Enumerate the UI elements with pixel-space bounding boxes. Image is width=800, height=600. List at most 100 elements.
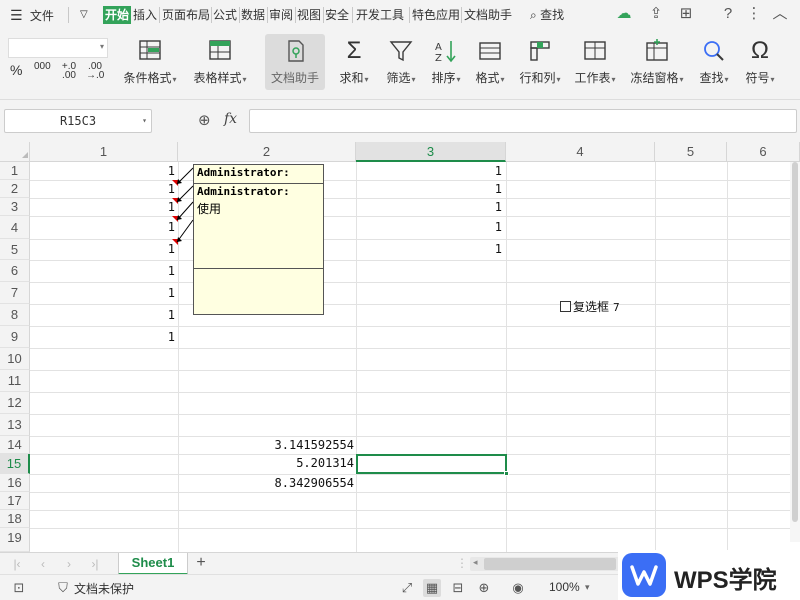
increase-decimal-button[interactable]: +.0 .00 — [60, 62, 78, 81]
formula-input[interactable] — [249, 109, 797, 133]
column-header[interactable]: 1 — [30, 142, 178, 162]
sort-button[interactable]: AZ 排序▾ — [426, 34, 466, 90]
find-button[interactable]: 查找▾ — [694, 34, 734, 90]
tab-view[interactable]: 视图 — [297, 6, 321, 24]
zoom-level[interactable]: 100% — [549, 580, 580, 594]
tab-formulas[interactable]: 公式 — [213, 6, 237, 24]
rows-cols-button[interactable]: 行和列▾ — [515, 34, 565, 90]
scroll-left-icon[interactable]: ◂ — [473, 557, 478, 568]
checkbox-square[interactable] — [560, 301, 571, 312]
last-sheet-icon[interactable]: ›| — [88, 556, 102, 572]
insert-function-button[interactable]: fx — [224, 111, 237, 127]
first-sheet-icon[interactable]: |‹ — [10, 556, 24, 572]
row-header[interactable]: 18 — [0, 510, 30, 528]
row-header-selected[interactable]: 15 — [0, 454, 30, 474]
freeze-panes-button[interactable]: 冻结窗格▾ — [626, 34, 688, 90]
eye-protection-icon[interactable]: ◉ — [509, 579, 527, 597]
protection-status[interactable]: 文档未保护 — [74, 580, 134, 597]
percent-format-button[interactable]: % — [10, 63, 22, 77]
add-sheet-button[interactable]: + — [192, 554, 210, 574]
share-icon[interactable]: ⇪ — [646, 4, 666, 24]
cloud-sync-icon[interactable]: ☁ — [614, 4, 634, 24]
worksheet-button[interactable]: 工作表▾ — [570, 34, 620, 90]
cell-value[interactable]: 1 — [150, 264, 175, 278]
cell-value[interactable]: 1 — [460, 164, 502, 178]
doc-assistant-button[interactable]: 文档助手 — [265, 34, 325, 90]
more-options-icon[interactable]: ⋮ — [744, 4, 764, 24]
search-button[interactable]: ⌕ 查找 — [530, 6, 564, 24]
row-header[interactable]: 9 — [0, 326, 30, 348]
symbol-button[interactable]: Ω 符号▾ — [738, 34, 782, 90]
cell-value[interactable]: 1 — [460, 242, 502, 256]
tab-security[interactable]: 安全 — [325, 6, 349, 24]
collapse-ribbon-icon[interactable]: ︿ — [770, 4, 790, 24]
column-header[interactable]: 5 — [655, 142, 727, 162]
page-break-view-icon[interactable]: ⊟ — [449, 579, 467, 597]
select-all-corner[interactable] — [0, 142, 30, 162]
column-header-selected[interactable]: 3 — [356, 142, 506, 162]
help-icon[interactable]: ? — [718, 4, 738, 24]
filter-button[interactable]: 筛选▾ — [380, 34, 422, 90]
tab-home[interactable]: 开始 — [103, 6, 132, 24]
checkbox-form-control[interactable]: 复选框 7 — [560, 298, 620, 314]
row-header[interactable]: 3 — [0, 198, 30, 216]
normal-view-icon[interactable]: ▦ — [423, 579, 441, 597]
row-header[interactable]: 4 — [0, 216, 30, 239]
prev-sheet-icon[interactable]: ‹ — [36, 556, 50, 572]
sum-button[interactable]: Σ 求和▾ — [334, 34, 374, 90]
row-header[interactable]: 8 — [0, 304, 30, 326]
row-header[interactable]: 6 — [0, 260, 30, 282]
column-header[interactable]: 6 — [727, 142, 800, 162]
next-sheet-icon[interactable]: › — [62, 556, 76, 572]
tab-review[interactable]: 审阅 — [269, 6, 293, 24]
vertical-scrollbar-thumb[interactable] — [792, 162, 798, 522]
comment-box[interactable]: Administrator: — [193, 164, 324, 184]
decrease-decimal-button[interactable]: .00 →.0 — [86, 62, 104, 81]
row-header[interactable]: 12 — [0, 392, 30, 414]
row-header[interactable]: 13 — [0, 414, 30, 436]
tab-doc-assistant[interactable]: 文档助手 — [464, 6, 512, 24]
table-style-button[interactable]: 表格样式▾ — [188, 34, 252, 90]
row-header[interactable]: 19 — [0, 528, 30, 552]
row-header[interactable]: 5 — [0, 239, 30, 260]
row-header[interactable]: 2 — [0, 180, 30, 198]
toolbox-icon[interactable]: ⊞ — [676, 4, 696, 24]
row-header[interactable]: 1 — [0, 162, 30, 180]
tab-page-layout[interactable]: 页面布局 — [162, 6, 210, 24]
thousands-separator-button[interactable]: 000 — [34, 62, 51, 72]
row-header[interactable]: 11 — [0, 370, 30, 392]
row-header[interactable]: 17 — [0, 492, 30, 510]
cell-value[interactable]: 1 — [460, 200, 502, 214]
cell-value[interactable]: 1 — [150, 308, 175, 322]
cell-value[interactable]: 3.141592554 — [220, 438, 354, 452]
horizontal-scrollbar-thumb[interactable] — [484, 558, 616, 570]
tab-data[interactable]: 数据 — [241, 6, 265, 24]
row-header[interactable]: 14 — [0, 436, 30, 454]
zoom-formula-icon[interactable]: ⊕ — [198, 111, 211, 129]
tab-splitter-handle[interactable]: ⋮ — [456, 556, 468, 570]
quick-access-dropdown-icon[interactable]: ▽ — [80, 6, 88, 24]
cell-value[interactable]: 1 — [150, 330, 175, 344]
row-header[interactable]: 10 — [0, 348, 30, 370]
comment-box[interactable]: Administrator: 使用 — [193, 183, 324, 315]
cell-value[interactable]: 1 — [150, 286, 175, 300]
hamburger-menu[interactable]: ☰ 文件 — [10, 6, 54, 24]
format-button[interactable]: 格式▾ — [470, 34, 510, 90]
active-cell-cursor[interactable] — [356, 454, 509, 476]
tab-developer[interactable]: 开发工具 — [356, 6, 404, 24]
row-header[interactable]: 16 — [0, 474, 30, 492]
row-header[interactable]: 7 — [0, 282, 30, 304]
column-header[interactable]: 4 — [506, 142, 655, 162]
fill-handle[interactable] — [504, 471, 509, 476]
cell-value[interactable]: 1 — [460, 220, 502, 234]
cell-value[interactable]: 1 — [460, 182, 502, 196]
cell-value[interactable]: 5.201314 — [220, 456, 354, 470]
zoom-dropdown-icon[interactable]: ▾ — [585, 582, 590, 593]
column-header[interactable]: 2 — [178, 142, 356, 162]
sheet-tab-active[interactable]: Sheet1 — [118, 553, 188, 575]
focus-mode-icon[interactable]: ⤢ — [398, 579, 416, 597]
name-box[interactable]: R15C3 ▾ — [4, 109, 152, 133]
vertical-scrollbar[interactable] — [790, 162, 800, 542]
page-layout-view-icon[interactable]: ⊕ — [475, 579, 493, 597]
number-format-select[interactable]: ▾ — [8, 38, 108, 58]
